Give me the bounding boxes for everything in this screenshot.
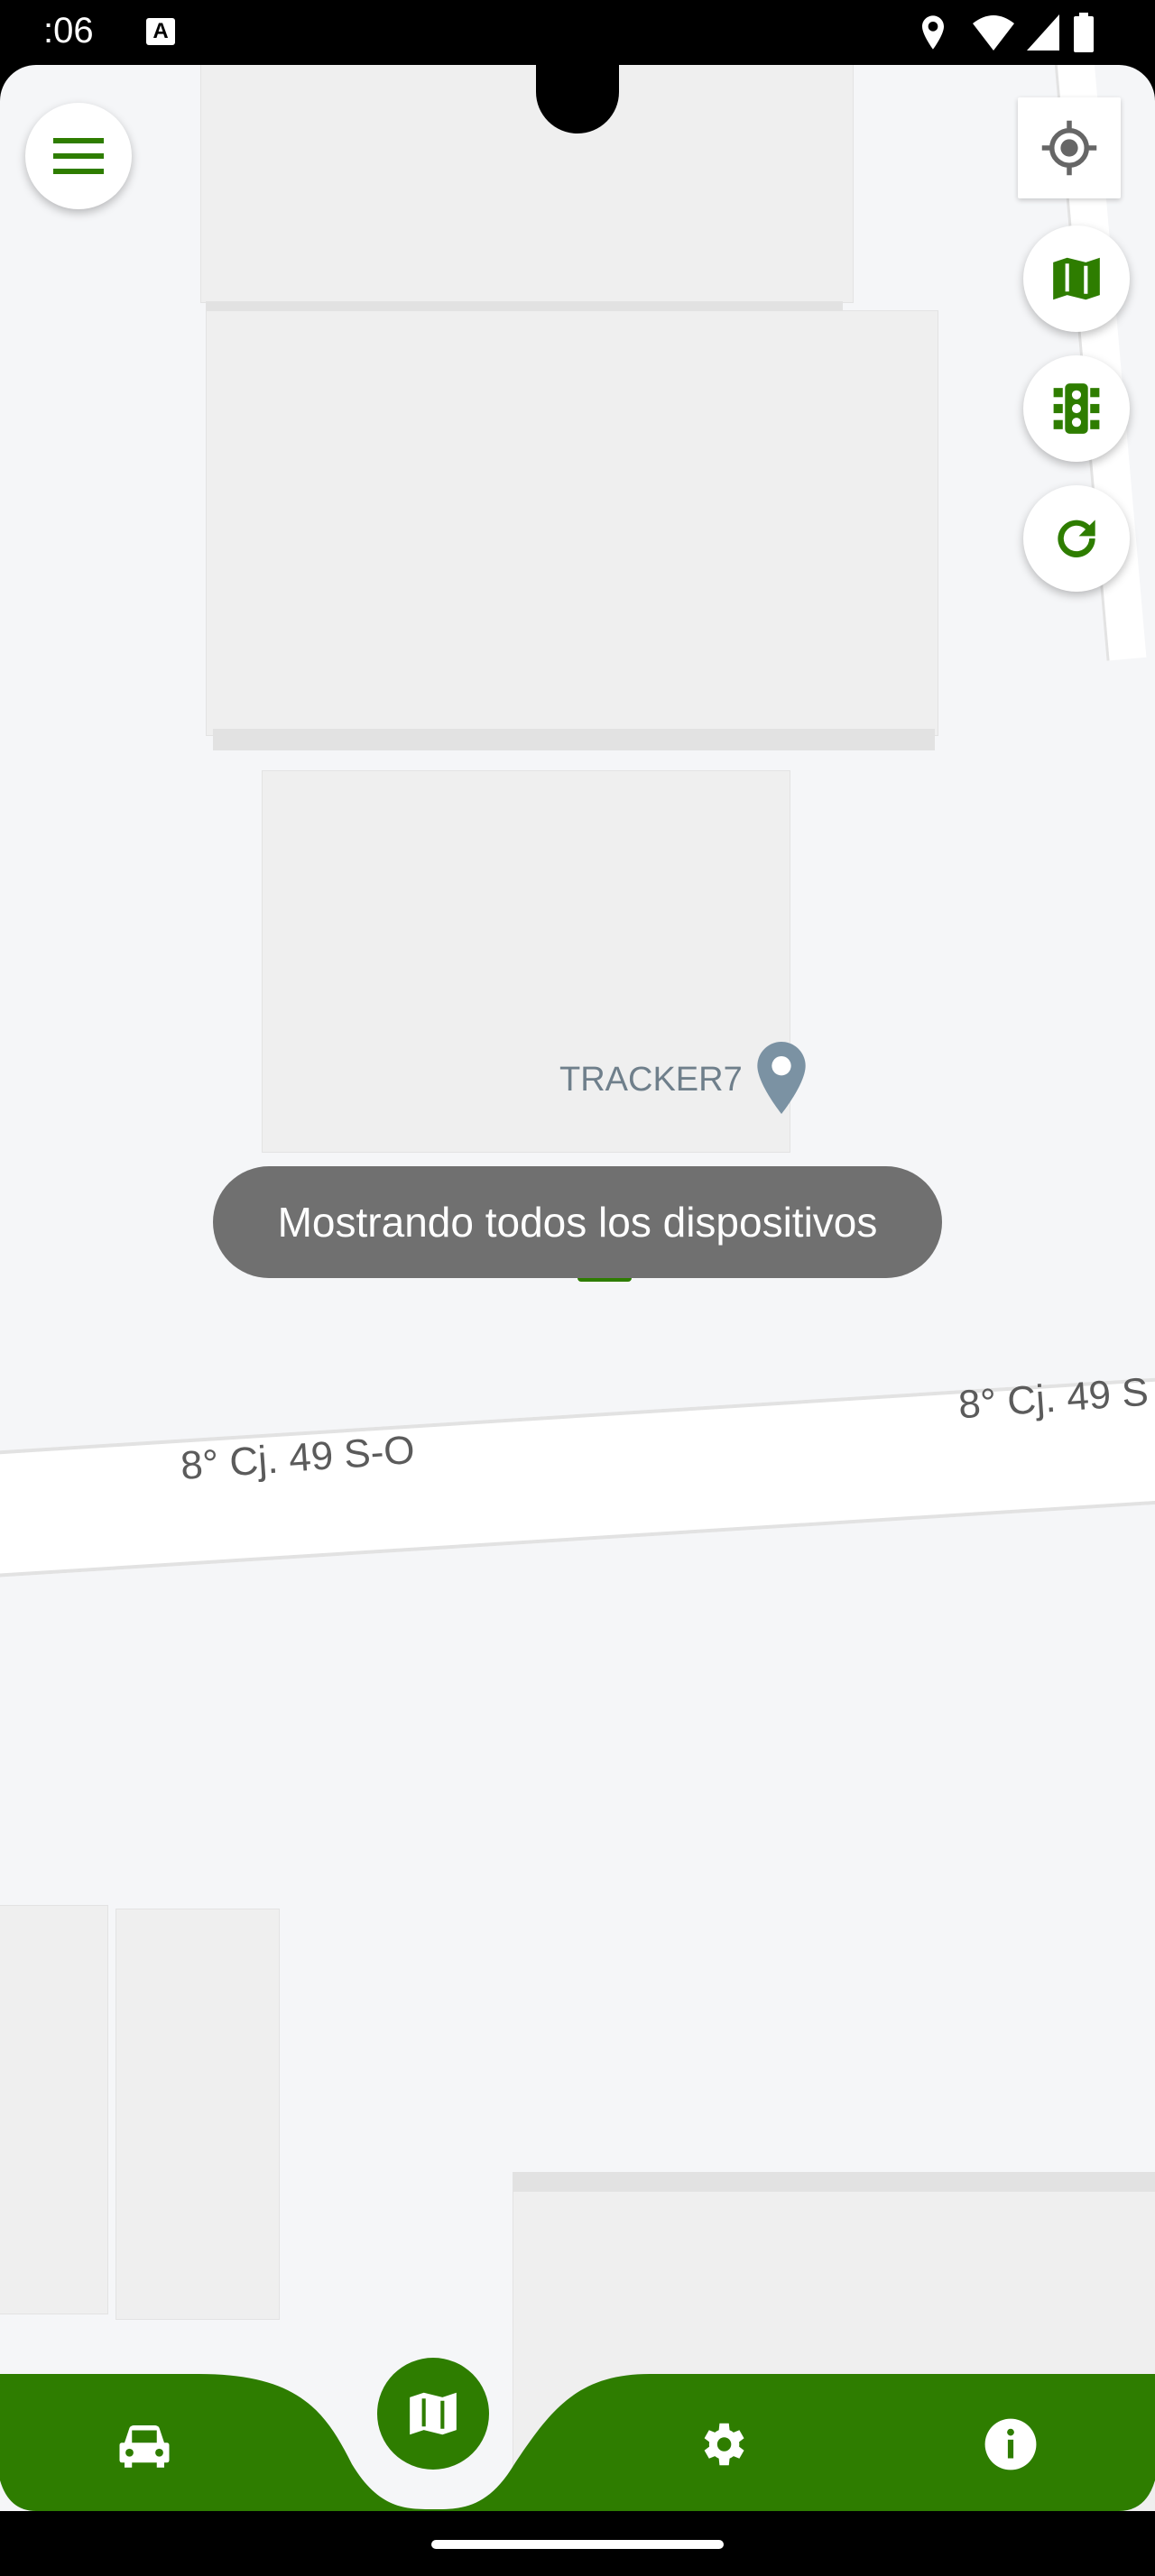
- status-time: :06: [43, 11, 94, 51]
- building: [206, 310, 938, 736]
- building: [200, 65, 854, 303]
- wifi-icon: [973, 15, 1014, 51]
- building: [0, 1905, 108, 2314]
- battery-icon: [1074, 13, 1094, 52]
- poi-label: TRACKER7: [559, 1061, 743, 1099]
- place-pin-icon: [757, 1042, 806, 1114]
- status-icons: [919, 13, 1117, 52]
- refresh-button[interactable]: [1023, 485, 1130, 592]
- my-location-icon: [1041, 120, 1097, 176]
- building: [116, 1909, 280, 2320]
- map-icon: [410, 2392, 457, 2435]
- gesture-area: [0, 2511, 1155, 2576]
- nav-map[interactable]: [377, 2358, 489, 2470]
- location-icon: [922, 15, 944, 50]
- status-bar: :06: [0, 0, 1155, 65]
- signal-icon: [1027, 14, 1059, 51]
- nav-info[interactable]: [967, 2410, 1054, 2479]
- traffic-icon: [1053, 383, 1100, 434]
- building-shadow: [213, 729, 935, 750]
- map-view[interactable]: 8° Cj. 49 S-O 8° Cj. 49 S TRACKER7: [0, 65, 1155, 2511]
- home-indicator[interactable]: [431, 2540, 724, 2549]
- refresh-icon: [1058, 520, 1095, 557]
- building-shadow: [513, 2172, 1155, 2192]
- menu-button[interactable]: [25, 103, 132, 209]
- map-type-icon: [1053, 257, 1100, 300]
- nav-settings[interactable]: [679, 2410, 765, 2479]
- my-location-button[interactable]: [1018, 97, 1121, 198]
- traffic-button[interactable]: [1023, 355, 1130, 462]
- map-type-button[interactable]: [1023, 225, 1130, 332]
- a-keyboard-icon: [146, 18, 175, 45]
- toast-message: Mostrando todos los dispositivos: [213, 1166, 942, 1278]
- info-icon: [984, 2418, 1037, 2470]
- menu-icon: [53, 138, 104, 174]
- nav-devices[interactable]: [99, 2414, 189, 2477]
- settings-icon: [704, 2423, 744, 2466]
- car-icon: [119, 2425, 170, 2468]
